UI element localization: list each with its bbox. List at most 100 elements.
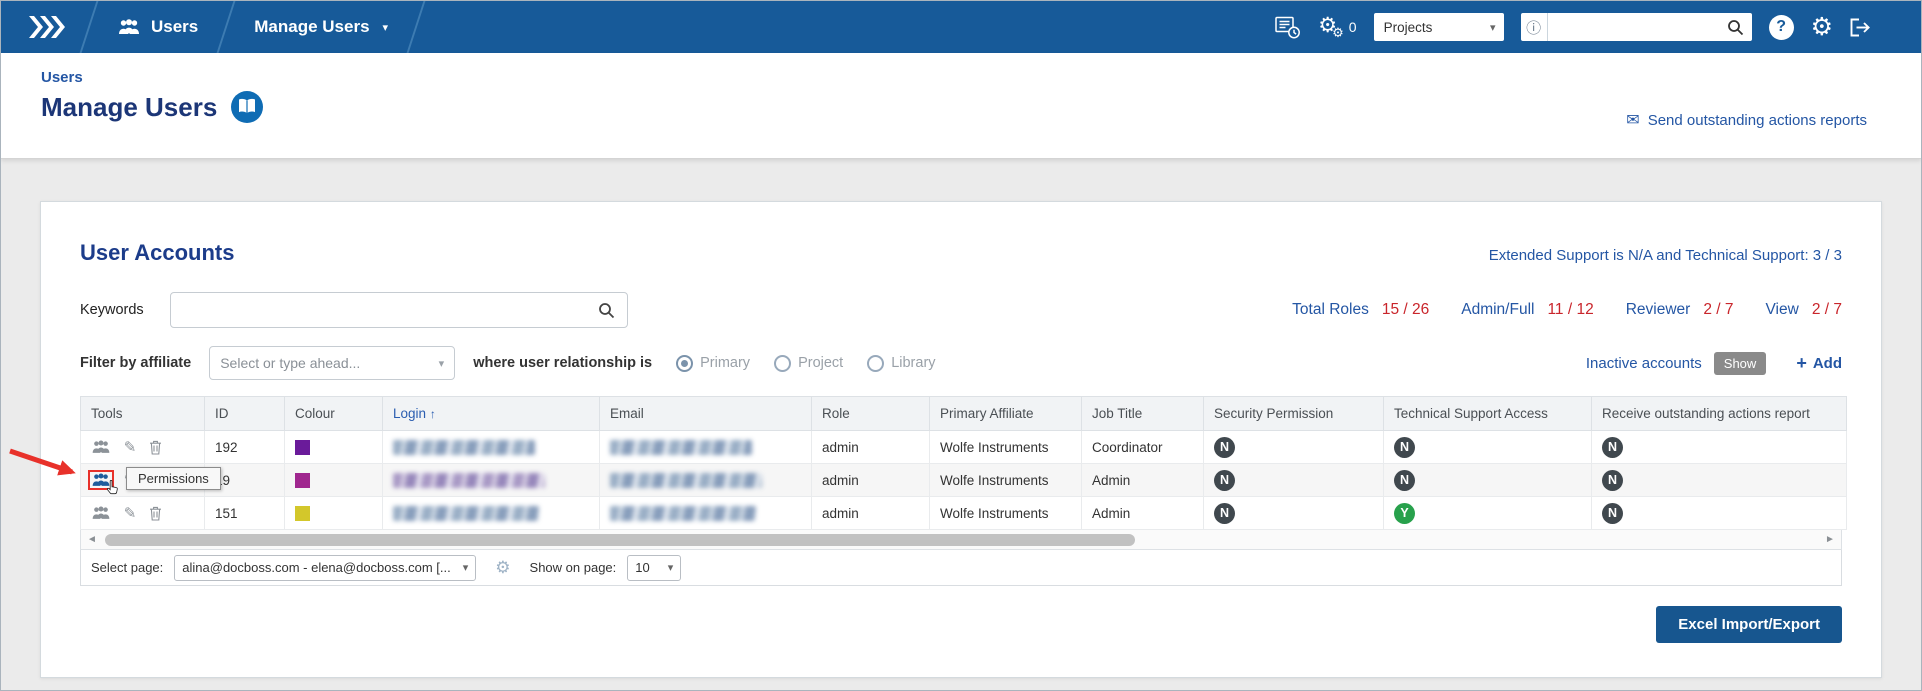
relationship-label: where user relationship is [473,355,653,371]
settings-gear-icon[interactable]: ⚙ [1811,12,1833,42]
col-colour[interactable]: Colour [284,396,383,431]
col-tech-support-access[interactable]: Technical Support Access [1383,396,1592,431]
col-job-title[interactable]: Job Title [1081,396,1204,431]
redacted-email [610,472,762,488]
page-size-select[interactable]: 10 ▾ [627,554,682,581]
redacted-email [610,439,752,455]
col-id[interactable]: ID [204,396,285,431]
show-on-page-label: Show on page: [529,560,617,575]
plus-icon: + [1796,352,1807,373]
cell-security: N [1203,463,1384,497]
cell-job-title: Admin [1081,463,1204,497]
page-size-value: 10 [635,560,650,575]
nav-divider [410,1,422,53]
breadcrumb[interactable]: Users [41,69,83,86]
send-reports-link[interactable]: ✉ Send outstanding actions reports [1626,110,1867,130]
app-logo-icon[interactable] [1,1,83,53]
annotation-arrow [9,448,76,476]
nav-tab-users[interactable]: Users [95,1,220,53]
page-select[interactable]: alina@docboss.com - elena@docboss.com [.… [174,554,477,581]
scrollbar-track[interactable] [103,533,1819,547]
col-login-sorted[interactable]: Login ↑ [382,396,600,431]
page-title: Manage Users [41,91,218,122]
radio-library[interactable]: Library [867,354,936,372]
affiliate-select[interactable]: Select or type ahead... ▾ [209,346,456,380]
global-search: ⓘ [1520,13,1752,41]
add-user-button[interactable]: + Add [1796,353,1842,374]
cell-tech-support: N [1383,430,1592,464]
inactive-accounts-label: Inactive accounts [1585,354,1702,372]
sort-ascending-icon: ↑ [429,407,436,421]
chevron-down-icon: ▾ [667,562,674,574]
page-header: Users Manage Users ✉ Send outstanding ac… [1,53,1921,159]
cell-security: N [1203,430,1384,464]
projects-select[interactable]: Projects ▾ [1373,13,1504,41]
col-receive-report[interactable]: Receive outstanding actions report [1591,396,1847,431]
keywords-label: Keywords [80,302,144,318]
role-stats: Total Roles 15 / 26 Admin/Full 11 / 12 R… [1292,301,1842,319]
tasks-count: 0 [1348,19,1357,35]
cell-receive: N [1591,496,1847,530]
help-book-icon[interactable] [230,90,264,124]
info-icon[interactable]: ⓘ [1520,13,1548,41]
col-role[interactable]: Role [811,396,930,431]
scroll-left-button[interactable]: ◄ [84,534,100,545]
horizontal-scrollbar[interactable]: ◄ ► [80,530,1842,550]
show-inactive-button[interactable]: Show [1713,351,1767,375]
users-group-icon [117,19,141,35]
search-icon[interactable] [1719,13,1752,41]
search-icon[interactable] [598,302,615,319]
gear-icon: ⚙ [1332,25,1344,40]
colour-swatch [295,472,310,488]
projects-select-value: Projects [1383,19,1433,35]
global-search-input[interactable] [1547,13,1720,41]
keywords-input[interactable] [182,302,598,318]
user-table: Tools ID Colour Login ↑ Email Role Prima… [9,396,1847,550]
status-badge: N [1214,436,1235,458]
col-primary-affiliate[interactable]: Primary Affiliate [929,396,1082,431]
col-email[interactable]: Email [599,396,812,431]
cell-affiliate: Wolfe Instruments [929,496,1082,530]
scrollbar-thumb[interactable] [105,533,1135,546]
radio-primary[interactable]: Primary [676,354,750,372]
cell-affiliate: Wolfe Instruments [929,430,1082,464]
stat-view: View 2 / 7 [1765,301,1843,318]
cell-colour [284,496,383,530]
excel-import-export-button[interactable]: Excel Import/Export [1656,606,1842,643]
report-schedule-icon[interactable] [1275,16,1301,39]
nav-divider [83,1,95,53]
status-badge: N [1394,436,1415,458]
scroll-right-button[interactable]: ► [1822,534,1838,545]
background-tasks-indicator[interactable]: ⚙ ⚙ 0 [1318,15,1356,39]
redacted-login [393,505,539,521]
filter-affiliate-label: Filter by affiliate [80,355,192,371]
nav-tab-manage-users[interactable]: Manage Users ▾ [232,1,410,53]
logout-icon[interactable] [1850,18,1873,37]
select-page-label: Select page: [91,560,164,575]
col-security-permission[interactable]: Security Permission [1203,396,1384,431]
top-navigation: Users Manage Users ▾ ⚙ ⚙ 0 Projects ▾ ⓘ … [1,1,1921,53]
stat-total-roles: Total Roles 15 / 26 [1292,301,1430,318]
radio-dot [867,354,885,372]
radio-project[interactable]: Project [774,354,843,372]
radio-dot [676,354,694,372]
edit-icon[interactable]: ✎ [124,438,137,456]
chevron-down-icon: ▾ [462,562,469,574]
gear-icon[interactable]: ⚙ [495,558,510,578]
status-badge: N [1602,436,1623,458]
send-reports-label: Send outstanding actions reports [1647,111,1867,129]
cursor-hand-icon [107,480,118,495]
cell-colour [284,463,383,497]
redacted-email [610,505,756,521]
edit-icon[interactable]: ✎ [124,504,137,522]
help-icon[interactable]: ? [1768,14,1794,40]
delete-icon[interactable] [149,440,162,455]
user-accounts-panel: User Accounts Extended Support is N/A an… [9,201,1882,678]
status-badge: N [1602,502,1623,524]
nav-tab-label: Manage Users [254,17,370,36]
chevron-down-icon: ▾ [1490,21,1496,34]
colour-swatch [295,505,310,521]
cell-colour [284,430,383,464]
delete-icon[interactable] [149,506,162,521]
permissions-icon[interactable] [91,506,111,520]
